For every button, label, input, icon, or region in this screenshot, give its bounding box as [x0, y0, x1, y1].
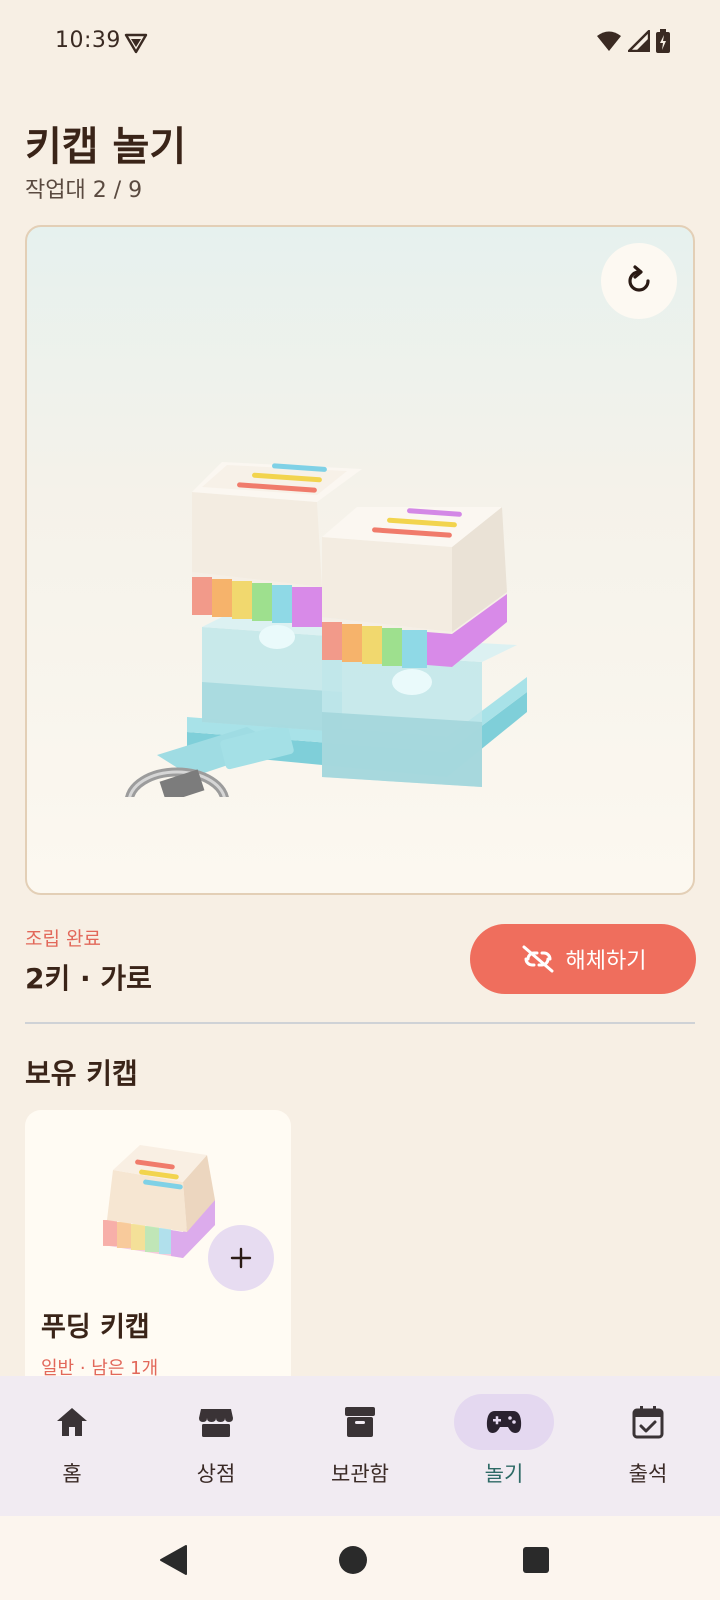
- system-navigation-bar: [0, 1516, 720, 1600]
- calendar-check-icon: [632, 1406, 664, 1439]
- section-title: 보유 키캡: [25, 1057, 138, 1090]
- keycap-name: 푸딩 키캡: [41, 1312, 150, 1343]
- signal-icon: [628, 30, 650, 52]
- nav-icon-container: [166, 1394, 266, 1450]
- keycap-card[interactable]: 푸딩 키캡 일반 · 남은 1개: [25, 1110, 291, 1410]
- rotate-button[interactable]: [601, 243, 677, 319]
- back-triangle-icon: [160, 1545, 187, 1575]
- page-title: 키캡 놀기: [25, 124, 187, 170]
- nav-item-home[interactable]: 홈: [0, 1376, 144, 1516]
- plus-icon: [230, 1247, 252, 1269]
- home-circle-icon: [339, 1546, 367, 1574]
- back-button[interactable]: [153, 1540, 193, 1580]
- recents-square-icon: [523, 1547, 549, 1573]
- nav-label: 출석: [628, 1462, 668, 1486]
- nav-icon-container: [454, 1394, 554, 1450]
- nav-item-store[interactable]: 상점: [144, 1376, 288, 1516]
- gamepad-icon: [486, 1411, 522, 1433]
- archive-icon: [345, 1407, 375, 1437]
- home-icon: [57, 1408, 87, 1436]
- nav-item-attendance[interactable]: 출석: [576, 1376, 720, 1516]
- vpn-shield-icon: [124, 33, 148, 54]
- workbench-counter: 작업대 2 / 9: [25, 178, 143, 203]
- status-bar: 10:39: [0, 0, 720, 88]
- wifi-icon: [597, 31, 621, 51]
- nav-item-play[interactable]: 놀기: [432, 1376, 576, 1516]
- home-system-button[interactable]: [333, 1540, 373, 1580]
- assembly-status: 조립 완료: [25, 928, 101, 950]
- nav-icon-container: [22, 1394, 122, 1450]
- nav-item-archive[interactable]: 보관함: [288, 1376, 432, 1516]
- nav-icon-container: [598, 1394, 698, 1450]
- nav-label: 보관함: [331, 1462, 389, 1486]
- add-keycap-button[interactable]: [208, 1225, 274, 1291]
- recents-button[interactable]: [516, 1540, 556, 1580]
- disassemble-button[interactable]: 해체하기: [470, 924, 696, 994]
- divider: [25, 1022, 695, 1024]
- nav-label: 홈: [62, 1462, 82, 1486]
- keycap-preview-card[interactable]: [25, 225, 695, 895]
- battery-icon: [656, 29, 670, 53]
- rotate-icon: [628, 265, 650, 292]
- assembly-layout: 2키 · 가로: [25, 962, 152, 995]
- nav-label: 놀기: [484, 1462, 524, 1486]
- status-time: 10:39: [55, 28, 121, 53]
- link-off-icon: [522, 945, 554, 973]
- disassemble-label: 해체하기: [565, 948, 647, 973]
- bottom-navigation: 홈 상점 보관함 놀기 출석: [0, 1376, 720, 1516]
- pudding-keycap-image: [103, 1145, 215, 1258]
- keyboard-model-illustration: [125, 462, 527, 797]
- nav-icon-container: [310, 1394, 410, 1450]
- store-icon: [199, 1409, 233, 1437]
- nav-label: 상점: [196, 1462, 236, 1486]
